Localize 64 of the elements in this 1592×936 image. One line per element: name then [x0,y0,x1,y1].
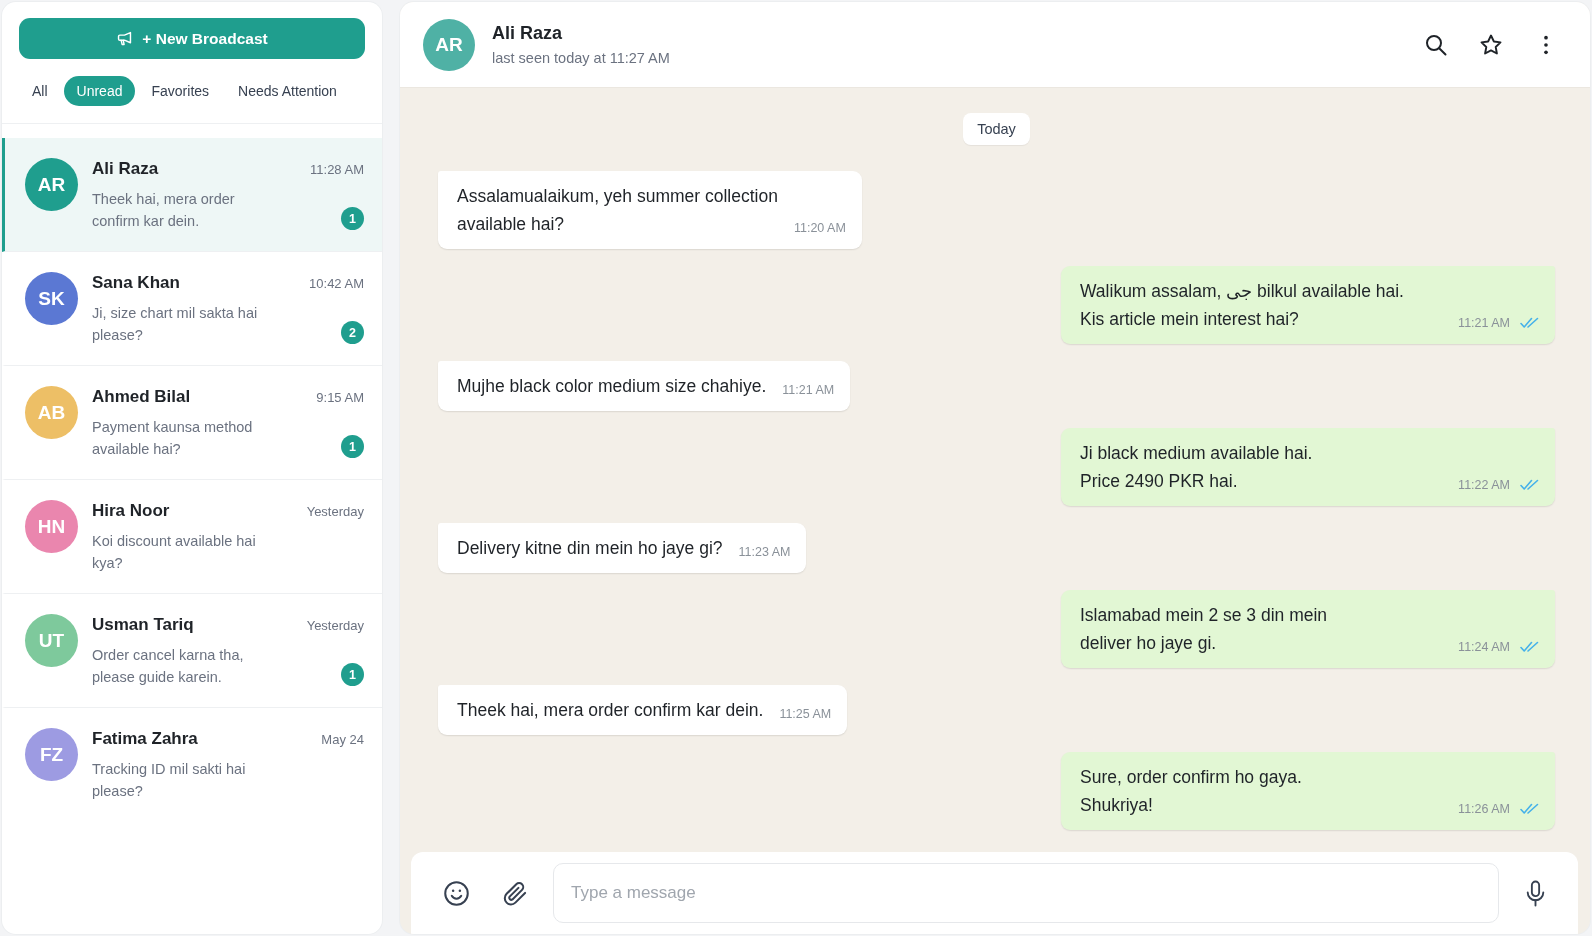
message-preview: Koi discount available hai kya? [92,532,256,573]
unread-badge: 1 [341,435,364,458]
megaphone-icon [116,30,134,47]
message-preview: Order cancel karna tha, please guide karein. [92,646,244,687]
chat-time: 10:42 AM [309,275,364,293]
message-time: 11:20 AM [793,221,846,235]
message-text: Islamabad mein 2 se 3 din mein deliver ho jaye gi. [1080,604,1328,655]
contact-avatar: AR [423,18,475,71]
message-preview: Ji, size chart mil sakta hai please? [92,304,258,345]
chat-list-item[interactable]: AR Ali Raza 11:28 AM Theek hai, mera order confirm kar dein. 1 [2,138,382,252]
unread-badge: 2 [341,321,364,344]
message-text: Walikum assalam, جی bilkul available hai. Kis article mein interest hai? [1080,280,1404,331]
message-text: Sure, order confirm ho gaya. Shukriya! [1080,766,1302,817]
chat-list-item[interactable]: UT Usman Tariq Yesterday Order cancel karna tha, please guide karein. 1 [2,594,382,708]
chat-list-item[interactable]: SK Sana Khan 10:42 AM Ji, size chart mil sakta hai please? 2 [2,252,382,366]
contact-name: Usman Tariq [92,614,194,636]
filter-tab[interactable]: Favorites [138,76,223,106]
contact-avatar: FZ [25,728,78,781]
message-preview: Payment kaunsa method available hai? [92,418,253,459]
chat-time: May 24 [321,731,364,749]
star-icon[interactable] [1479,32,1503,57]
contact-avatar: UT [25,614,78,667]
message-time: 11:25 AM [779,707,832,721]
contact-avatar: SK [25,272,78,325]
message-text: Assalamualaikum, yeh summer collection available hai? [457,185,778,236]
message-input[interactable]: Type a message [553,863,1499,923]
contact-avatar: AB [25,386,78,439]
contact-name: Sana Khan [92,272,180,294]
contact-name: Hira Noor [92,500,170,522]
contact-avatar: AR [25,158,78,211]
chat-time: 11:28 AM [310,161,364,179]
more-options-icon[interactable] [1543,33,1549,56]
chat-time: 9:15 AM [316,389,364,407]
message-preview: Theek hai, mera order confirm kar dein. [92,190,235,231]
message-preview: Tracking ID mil sakti hai please? [92,760,246,801]
message-time: 11:26 AM [1458,802,1510,816]
filter-tab[interactable]: All [19,76,61,106]
message-time: 11:24 AM [1458,640,1510,654]
message-text: Delivery kitne din mein ho jaye gi? [457,537,723,560]
contact-name: Ahmed Bilal [92,386,191,408]
smiley-icon[interactable] [443,879,470,907]
chat-list-item[interactable]: FZ Fatima Zahra May 24 Tracking ID mil sakti hai please? [2,708,382,822]
contact-avatar: HN [25,500,78,553]
chat-list-item[interactable]: HN Hira Noor Yesterday Koi discount available hai kya? [2,480,382,594]
chat-time: Yesterday [306,617,364,635]
message-time: 11:21 AM [1458,316,1510,330]
message-time: 11:23 AM [738,545,791,559]
search-icon[interactable] [1424,32,1448,57]
last-seen-status: last seen today at 11:27 AM [492,50,671,66]
unread-badge: 1 [341,663,364,686]
chat-list-item[interactable]: AB Ahmed Bilal 9:15 AM Payment kaunsa method available hai? 1 [2,366,382,480]
microphone-icon[interactable] [1525,879,1546,907]
paperclip-icon[interactable] [502,879,529,907]
contact-name: Ali Raza [92,158,159,180]
filter-tab[interactable]: Needs Attention [225,76,350,106]
chat-time: Yesterday [306,503,364,521]
message-time: 11:22 AM [1458,478,1510,492]
message-text: Ji black medium available hai. Price 2490 PKR hai. [1080,442,1313,493]
message-text: Mujhe black color medium size chahiye. [457,375,767,398]
unread-badge: 1 [341,207,364,230]
message-time: 11:21 AM [782,383,835,397]
message-text: Theek hai, mera order confirm kar dein. [457,699,764,722]
contact-name: Ali Raza [492,23,564,44]
contact-name: Fatima Zahra [92,728,198,750]
